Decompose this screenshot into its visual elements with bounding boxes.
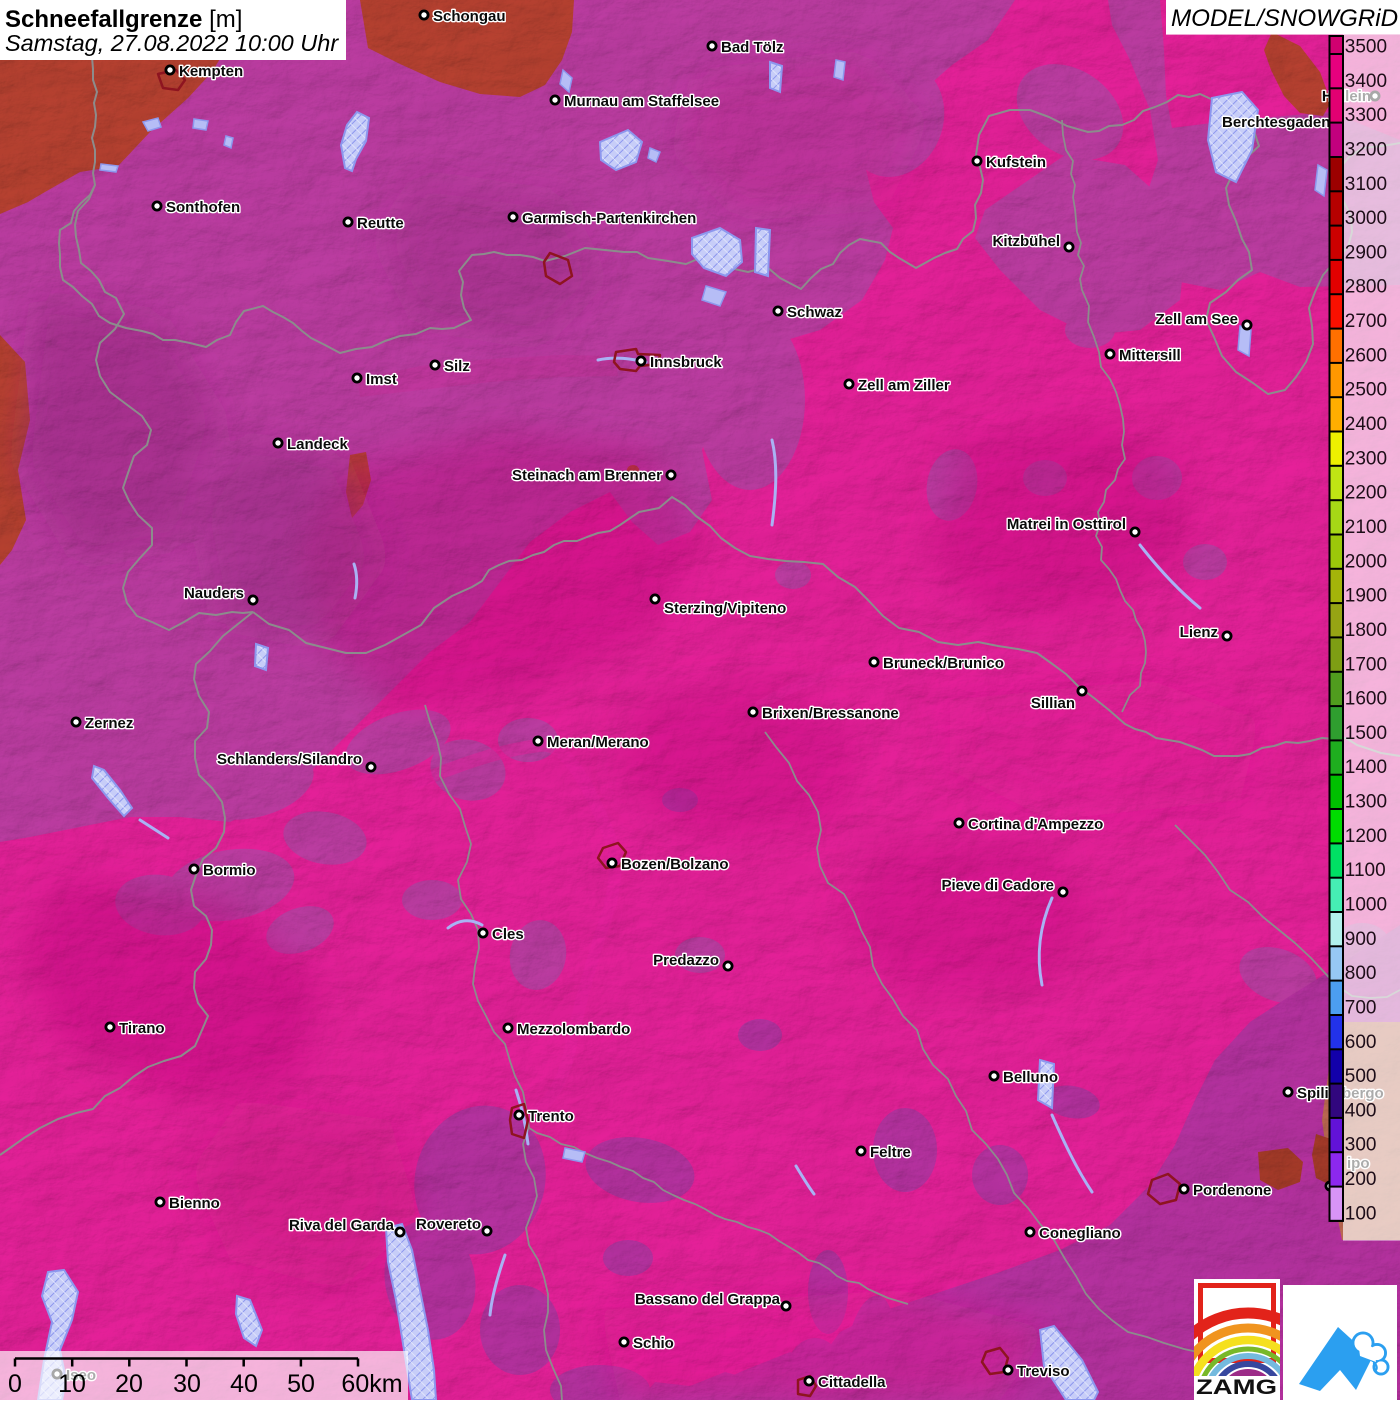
svg-text:Lienz: Lienz	[1180, 624, 1218, 641]
svg-text:Bienno: Bienno	[169, 1195, 220, 1212]
svg-text:MODEL/SNOWGRiD: MODEL/SNOWGRiD	[1171, 5, 1398, 32]
svg-text:Rovereto: Rovereto	[416, 1216, 481, 1233]
svg-text:Feltre: Feltre	[870, 1144, 911, 1161]
svg-text:1800: 1800	[1345, 620, 1387, 641]
svg-text:2900: 2900	[1345, 242, 1387, 263]
svg-text:900: 900	[1345, 929, 1377, 950]
svg-text:2400: 2400	[1345, 414, 1387, 435]
svg-text:1000: 1000	[1345, 895, 1387, 916]
svg-text:Bassano del Grappa: Bassano del Grappa	[635, 1291, 781, 1308]
svg-text:1900: 1900	[1345, 586, 1387, 607]
svg-text:Steinach am Brenner: Steinach am Brenner	[512, 467, 662, 484]
svg-text:Berchtesgaden: Berchtesgaden	[1222, 114, 1330, 131]
svg-text:400: 400	[1345, 1100, 1377, 1121]
svg-text:Bad Tölz: Bad Tölz	[721, 39, 784, 56]
svg-text:Cortina d'Ampezzo: Cortina d'Ampezzo	[968, 816, 1103, 833]
svg-text:2100: 2100	[1345, 517, 1387, 538]
svg-text:2600: 2600	[1345, 345, 1387, 366]
svg-text:1500: 1500	[1345, 723, 1387, 744]
svg-text:Pieve di Cadore: Pieve di Cadore	[941, 877, 1054, 894]
svg-text:Landeck: Landeck	[287, 436, 349, 453]
svg-text:Samstag, 27.08.2022 10:00 Uhr: Samstag, 27.08.2022 10:00 Uhr	[5, 30, 339, 56]
svg-text:1200: 1200	[1345, 826, 1387, 847]
svg-text:Conegliano: Conegliano	[1039, 1225, 1121, 1242]
svg-text:Sillian: Sillian	[1031, 695, 1075, 712]
svg-text:600: 600	[1345, 1032, 1377, 1053]
svg-text:Bruneck/Brunico: Bruneck/Brunico	[883, 655, 1004, 672]
svg-text:Meran/Merano: Meran/Merano	[547, 734, 649, 751]
svg-text:0: 0	[8, 1370, 22, 1398]
svg-text:1100: 1100	[1345, 860, 1386, 881]
svg-text:10: 10	[58, 1370, 86, 1398]
svg-text:2800: 2800	[1345, 277, 1387, 298]
svg-text:3400: 3400	[1345, 71, 1387, 92]
svg-text:Kitzbühel: Kitzbühel	[993, 233, 1061, 250]
svg-text:Garmisch-Partenkirchen: Garmisch-Partenkirchen	[522, 210, 696, 227]
svg-text:2300: 2300	[1345, 448, 1387, 469]
svg-text:Schwaz: Schwaz	[787, 304, 842, 321]
svg-text:3100: 3100	[1345, 174, 1387, 195]
svg-text:Zernez: Zernez	[85, 715, 133, 732]
svg-text:2500: 2500	[1345, 380, 1387, 401]
svg-text:3000: 3000	[1345, 208, 1387, 229]
svg-text:100: 100	[1345, 1203, 1377, 1224]
svg-text:200: 200	[1345, 1169, 1377, 1190]
svg-text:Reutte: Reutte	[357, 215, 404, 232]
svg-text:Schneefallgrenze [m]: Schneefallgrenze [m]	[5, 6, 242, 33]
svg-text:Cles: Cles	[492, 926, 524, 943]
svg-text:500: 500	[1345, 1066, 1377, 1087]
svg-text:Cittadella: Cittadella	[818, 1374, 886, 1391]
svg-text:3500: 3500	[1345, 37, 1387, 58]
svg-text:Treviso: Treviso	[1017, 1363, 1070, 1380]
svg-text:Innsbruck: Innsbruck	[650, 354, 722, 371]
svg-text:1700: 1700	[1345, 654, 1387, 675]
svg-text:Riva del Garda: Riva del Garda	[289, 1217, 395, 1234]
svg-text:2000: 2000	[1345, 551, 1387, 572]
svg-text:50: 50	[287, 1370, 315, 1398]
svg-text:300: 300	[1345, 1135, 1377, 1156]
svg-text:Sonthofen: Sonthofen	[166, 199, 240, 216]
svg-text:Zell am Ziller: Zell am Ziller	[858, 377, 950, 394]
svg-text:Kufstein: Kufstein	[986, 154, 1046, 171]
svg-text:ZAMG: ZAMG	[1196, 1376, 1277, 1399]
svg-text:Schongau: Schongau	[433, 8, 506, 25]
svg-text:700: 700	[1345, 998, 1377, 1019]
svg-text:1600: 1600	[1345, 689, 1387, 710]
svg-text:800: 800	[1345, 963, 1377, 984]
svg-text:Nauders: Nauders	[184, 585, 244, 602]
svg-text:Zell am See: Zell am See	[1155, 311, 1238, 328]
svg-text:Mittersill: Mittersill	[1119, 347, 1181, 364]
svg-text:Bozen/Bolzano: Bozen/Bolzano	[621, 856, 729, 873]
svg-text:Tirano: Tirano	[119, 1020, 165, 1037]
svg-text:Matrei in Osttirol: Matrei in Osttirol	[1007, 516, 1126, 533]
svg-text:1400: 1400	[1345, 757, 1387, 778]
svg-text:Belluno: Belluno	[1003, 1069, 1058, 1086]
svg-text:20: 20	[115, 1370, 143, 1398]
svg-text:3200: 3200	[1345, 140, 1387, 161]
svg-text:Pordenone: Pordenone	[1193, 1182, 1271, 1199]
svg-text:Schlanders/Silandro: Schlanders/Silandro	[217, 751, 362, 768]
svg-text:Bormio: Bormio	[203, 862, 256, 879]
svg-text:3300: 3300	[1345, 105, 1387, 126]
svg-text:Silz: Silz	[444, 358, 470, 375]
svg-text:Kempten: Kempten	[179, 63, 243, 80]
svg-text:30: 30	[173, 1370, 201, 1398]
svg-text:Brixen/Bressanone: Brixen/Bressanone	[762, 705, 899, 722]
svg-text:Imst: Imst	[366, 371, 397, 388]
svg-text:Schio: Schio	[633, 1335, 674, 1352]
svg-text:Predazzo: Predazzo	[653, 952, 719, 969]
svg-text:Trento: Trento	[528, 1108, 574, 1125]
svg-text:40: 40	[230, 1370, 258, 1398]
svg-text:Mezzolombardo: Mezzolombardo	[517, 1021, 630, 1038]
svg-text:Murnau am Staffelsee: Murnau am Staffelsee	[564, 93, 719, 110]
svg-text:1300: 1300	[1345, 792, 1387, 813]
svg-text:2200: 2200	[1345, 483, 1387, 504]
svg-text:60km: 60km	[341, 1370, 402, 1398]
svg-text:Sterzing/Vipiteno: Sterzing/Vipiteno	[664, 600, 786, 617]
svg-text:2700: 2700	[1345, 311, 1387, 332]
